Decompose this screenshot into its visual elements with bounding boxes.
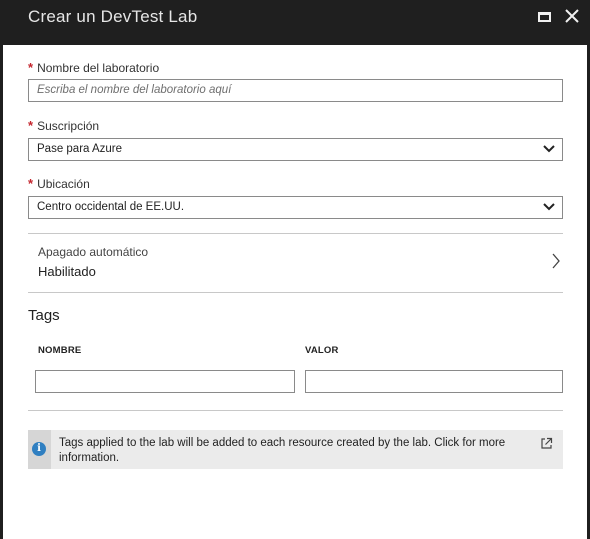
- blade-title: Crear un DevTest Lab: [28, 7, 198, 26]
- required-marker: *: [28, 176, 34, 191]
- divider: [28, 410, 563, 411]
- lab-name-label-text: Nombre del laboratorio: [37, 61, 160, 75]
- required-marker: *: [28, 60, 34, 75]
- lab-name-input[interactable]: Escriba el nombre del laboratorio aquí: [28, 79, 563, 102]
- location-label-text: Ubicación: [37, 177, 90, 191]
- subscription-label-text: Suscripción: [37, 119, 100, 133]
- location-label: * Ubicación: [28, 176, 90, 191]
- tags-info-message[interactable]: i Tags applied to the lab will be added …: [28, 430, 563, 469]
- divider: [28, 292, 563, 293]
- tag-value-column-header: VALOR: [305, 345, 339, 356]
- tags-title: Tags: [28, 307, 60, 324]
- lab-name-label: * Nombre del laboratorio: [28, 60, 159, 75]
- close-button[interactable]: [565, 9, 581, 25]
- chevron-down-icon: [543, 145, 555, 153]
- auto-shutdown-label: Apagado automático: [38, 245, 149, 259]
- create-devtest-lab-blade: Crear un DevTest Lab * Nombre del laborat…: [0, 0, 590, 539]
- location-value: Centro occidental de EE.UU.: [37, 201, 185, 213]
- lab-name-placeholder: Escriba el nombre del laboratorio aquí: [37, 84, 232, 96]
- subscription-select[interactable]: Pase para Azure: [28, 138, 563, 161]
- maximize-button[interactable]: [537, 9, 553, 25]
- subscription-value: Pase para Azure: [37, 143, 123, 155]
- tag-name-column-header: NOMBRE: [38, 345, 82, 356]
- auto-shutdown-row[interactable]: [28, 234, 563, 292]
- chevron-right-icon: [552, 253, 560, 269]
- chevron-down-icon: [543, 203, 555, 211]
- location-select[interactable]: Centro occidental de EE.UU.: [28, 196, 563, 219]
- tag-name-input[interactable]: [35, 370, 295, 393]
- auto-shutdown-value: Habilitado: [38, 264, 96, 279]
- info-strip: i: [28, 430, 51, 469]
- external-link-icon[interactable]: [540, 437, 553, 450]
- title-bar: Crear un DevTest Lab: [3, 0, 587, 45]
- info-icon: i: [32, 442, 46, 456]
- info-text: Tags applied to the lab will be added to…: [59, 437, 506, 464]
- maximize-icon: [538, 12, 551, 22]
- close-icon: [565, 9, 579, 23]
- tag-value-input[interactable]: [305, 370, 563, 393]
- subscription-label: * Suscripción: [28, 118, 99, 133]
- required-marker: *: [28, 118, 34, 133]
